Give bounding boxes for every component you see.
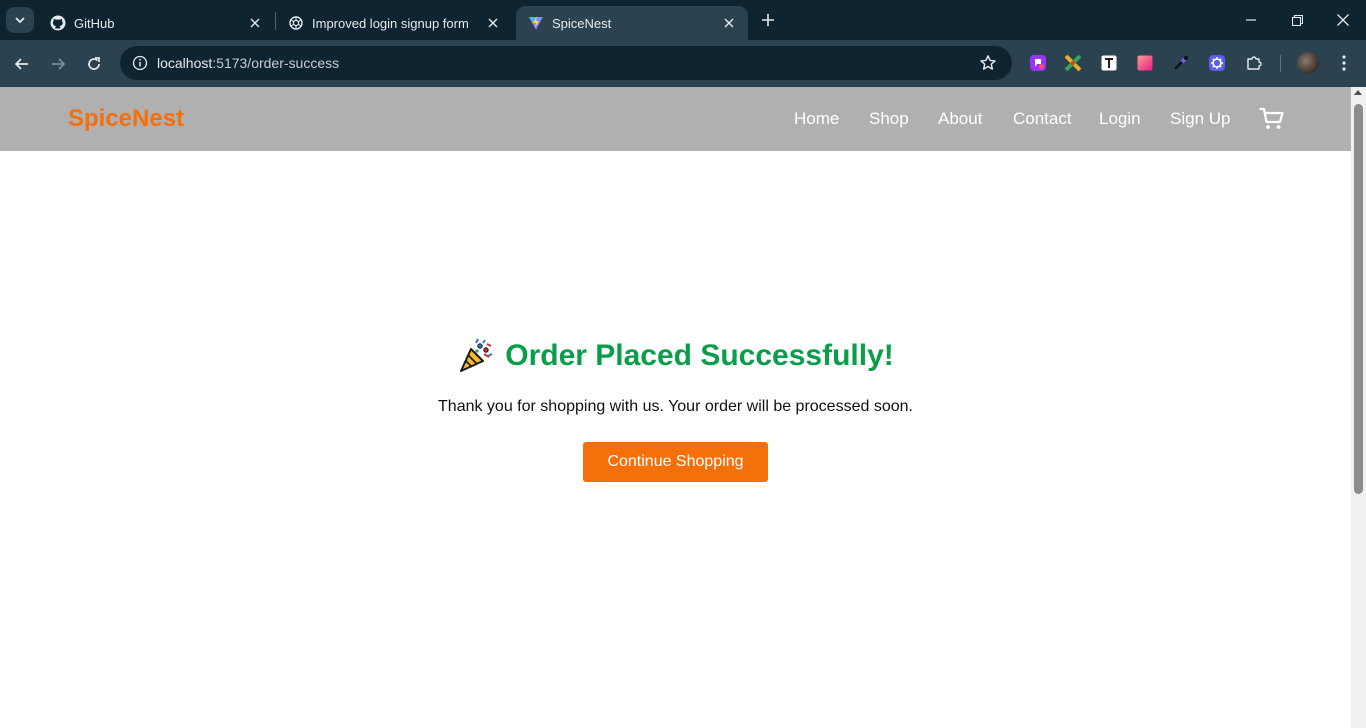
github-icon xyxy=(50,15,66,31)
page-viewport: SpiceNest Home Shop About Contact Login … xyxy=(0,87,1351,728)
tab-spicenest[interactable]: SpiceNest xyxy=(516,6,748,40)
nav-login[interactable]: Login xyxy=(1099,109,1141,129)
confirmation-message: Thank you for shopping with us. Your ord… xyxy=(438,398,913,415)
gear-blue-ext-icon[interactable] xyxy=(1207,53,1227,73)
tab-title: GitHub xyxy=(74,15,115,31)
close-window-button[interactable] xyxy=(1320,0,1366,40)
toolbar-separator xyxy=(1280,55,1281,72)
chatgpt-icon xyxy=(288,15,304,31)
tab-title: Improved login signup form xyxy=(312,15,469,31)
scroll-up-arrow-icon[interactable] xyxy=(1354,90,1362,95)
nav-home[interactable]: Home xyxy=(794,109,839,129)
url-text: localhost:5173/order-success xyxy=(157,55,339,71)
back-button[interactable] xyxy=(8,50,36,78)
restore-button[interactable] xyxy=(1274,0,1320,40)
text-ext-icon[interactable] xyxy=(1099,53,1119,73)
tab-improved-login[interactable]: Improved login signup form xyxy=(276,6,512,40)
close-icon xyxy=(1337,14,1349,26)
puzzle-icon[interactable] xyxy=(1244,53,1264,73)
minimize-button[interactable] xyxy=(1228,0,1274,40)
tab-search-button[interactable] xyxy=(6,7,34,33)
new-tab-button[interactable] xyxy=(757,9,779,31)
chevron-down-icon xyxy=(15,17,25,24)
bookmark-star-icon[interactable] xyxy=(978,53,998,73)
eyedropper-ext-icon[interactable] xyxy=(1171,53,1191,73)
order-success-section: Order Placed Successfully! Thank you for… xyxy=(0,337,1351,482)
reload-icon xyxy=(88,57,100,70)
scrollbar-thumb[interactable] xyxy=(1354,104,1363,494)
close-icon[interactable] xyxy=(484,14,502,32)
close-icon[interactable] xyxy=(246,14,264,32)
browser-toolbar: localhost:5173/order-success xyxy=(0,40,1366,87)
nav-about[interactable]: About xyxy=(938,109,982,129)
tab-strip: GitHub Improved login signup form SpiceN… xyxy=(0,0,1366,40)
address-bar[interactable]: localhost:5173/order-success xyxy=(120,46,1012,80)
plus-icon xyxy=(762,14,774,26)
tab-github[interactable]: GitHub xyxy=(38,6,274,40)
nav-shop[interactable]: Shop xyxy=(869,109,909,129)
restore-icon xyxy=(1291,14,1303,26)
cart-icon[interactable] xyxy=(1259,106,1285,132)
nav-contact[interactable]: Contact xyxy=(1013,109,1072,129)
page-title: Order Placed Successfully! xyxy=(505,339,894,372)
arrow-right-icon xyxy=(52,58,66,70)
nav-sign-up[interactable]: Sign Up xyxy=(1170,109,1230,129)
multicolor-x-ext-icon[interactable] xyxy=(1063,53,1083,73)
site-info-icon[interactable] xyxy=(128,51,152,75)
page-scrollbar[interactable] xyxy=(1351,87,1366,728)
brand-logo[interactable]: SpiceNest xyxy=(68,105,184,133)
vite-icon xyxy=(528,15,544,31)
continue-shopping-button[interactable]: Continue Shopping xyxy=(583,442,768,482)
forward-button[interactable] xyxy=(44,50,72,78)
profile-avatar[interactable] xyxy=(1297,52,1319,74)
success-heading: Order Placed Successfully! xyxy=(457,337,894,375)
party-popper-icon xyxy=(460,338,493,372)
close-icon[interactable] xyxy=(720,14,738,32)
arrow-left-icon xyxy=(14,58,28,70)
kebab-menu-icon[interactable] xyxy=(1334,53,1354,73)
tab-title: SpiceNest xyxy=(552,15,612,31)
url-path: :5173/order-success xyxy=(212,55,340,71)
purple-ext-icon[interactable] xyxy=(1028,53,1048,73)
url-host: localhost xyxy=(157,55,213,71)
site-header: SpiceNest Home Shop About Contact Login … xyxy=(0,87,1351,151)
pink-gradient-ext-icon[interactable] xyxy=(1135,53,1155,73)
reload-button[interactable] xyxy=(80,50,108,78)
minimize-icon xyxy=(1246,19,1256,21)
